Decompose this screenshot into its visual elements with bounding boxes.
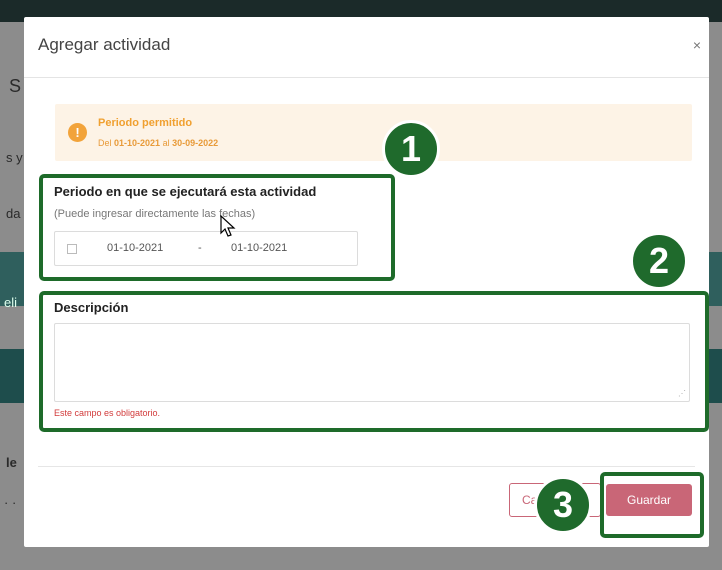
background-text: le [6, 455, 17, 470]
close-icon[interactable]: × [693, 37, 701, 53]
background-text: S [9, 76, 22, 96]
add-activity-modal: Agregar actividad × ! Periodo permitido … [24, 17, 709, 547]
allowed-period-alert: ! Periodo permitido Del 01-10-2021 al 30… [55, 104, 692, 161]
background-text: da [6, 206, 21, 221]
alert-mid: al [160, 138, 173, 148]
background-text: s y [6, 150, 23, 165]
tutorial-highlight-save [600, 472, 704, 538]
tutorial-highlight-period [39, 174, 395, 281]
divider [38, 466, 695, 467]
alert-from-date: 01-10-2021 [114, 138, 161, 148]
alert-prefix: Del [98, 138, 115, 148]
background-text: eli [4, 295, 18, 310]
background-text: · · [4, 495, 17, 510]
step-badge-2: 2 [630, 232, 688, 290]
warning-icon: ! [68, 123, 87, 142]
modal-title: Agregar actividad [38, 35, 171, 54]
alert-to-date: 30-09-2022 [172, 138, 219, 148]
background-strip [708, 349, 722, 403]
alert-title: Periodo permitido [98, 117, 193, 129]
mouse-cursor-icon [220, 215, 236, 237]
divider [24, 77, 709, 78]
background-strip [0, 349, 24, 403]
background-strip [708, 252, 722, 306]
tutorial-highlight-description [39, 291, 709, 432]
step-badge-1: 1 [382, 120, 440, 178]
step-badge-3: 3 [534, 476, 592, 534]
alert-text: Del 01-10-2021 al 30-09-2022 [98, 138, 218, 148]
